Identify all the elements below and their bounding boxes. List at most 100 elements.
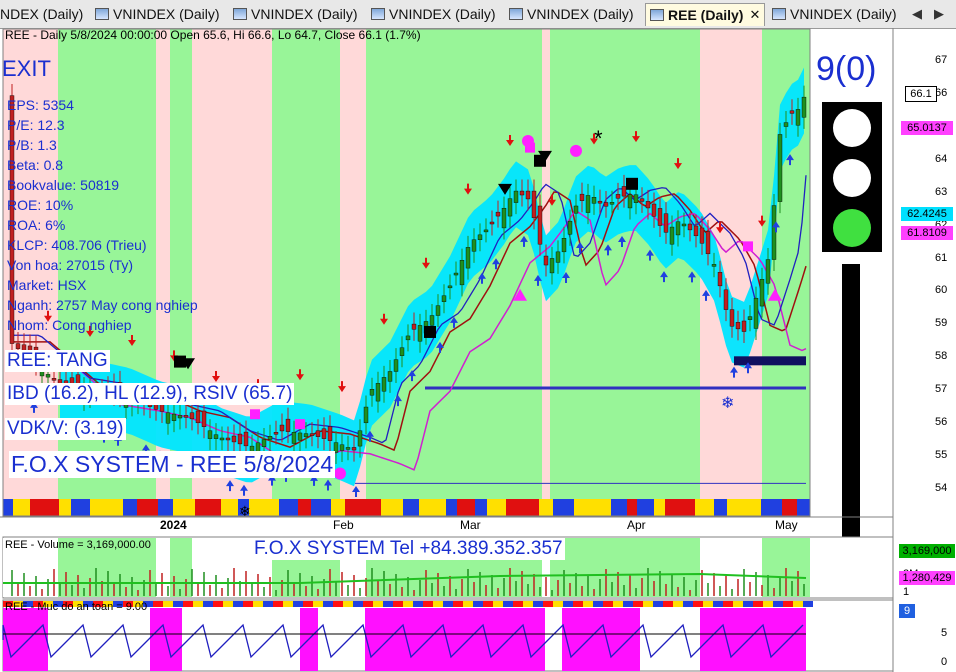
- candle-body: [771, 205, 777, 260]
- candle-body: [447, 285, 453, 289]
- fundamental-von-hoa: Von hoa: 27015 (Ty): [7, 257, 134, 273]
- snowflake-marker: ❄: [721, 395, 735, 412]
- candle-body: [213, 434, 219, 439]
- trend-strip-segment: [195, 499, 211, 516]
- candle-body: [639, 198, 645, 202]
- safety-strip-segment: [423, 601, 433, 607]
- safety-strip-segment: [723, 601, 733, 607]
- tab-chart-7[interactable]: VNINDEX (Daily): [772, 3, 897, 25]
- candle-body: [537, 205, 543, 245]
- tab-chart-ree[interactable]: REE (Daily) ✕: [645, 3, 766, 26]
- safety-strip-segment: [443, 601, 453, 607]
- trend-strip-segment: [158, 499, 173, 516]
- candle-body: [735, 322, 741, 330]
- safety-zone: [3, 608, 48, 671]
- safety-strip-segment: [253, 601, 263, 607]
- fundamental-roa: ROA: 6%: [7, 217, 66, 233]
- price-axis-label: 60: [935, 284, 948, 297]
- time-axis-label: Mar: [460, 518, 481, 532]
- candle-body: [723, 289, 729, 310]
- marker-circle: [334, 467, 346, 480]
- safety-strip-segment: [633, 601, 643, 607]
- safety-axis-label: 5: [941, 627, 948, 639]
- candle-body: [579, 193, 585, 201]
- price-axis-label: 61: [935, 251, 948, 264]
- candle-body: [291, 432, 297, 444]
- candle-body: [633, 194, 639, 203]
- candle-body: [279, 424, 285, 432]
- candle-body: [471, 239, 477, 252]
- candle-body: [741, 320, 747, 332]
- candle-body: [369, 389, 375, 396]
- tab-chart-4[interactable]: VNINDEX (Daily): [371, 3, 496, 25]
- candle-body: [621, 186, 627, 197]
- tab-label: VNINDEX (Daily): [113, 6, 220, 22]
- chart-canvas[interactable]: [0, 28, 956, 672]
- candle-body: [345, 447, 351, 450]
- safety-strip-segment: [233, 601, 243, 607]
- tab-chart-2[interactable]: VNINDEX (Daily): [95, 3, 220, 25]
- candle-body: [399, 347, 405, 356]
- chart-icon: [650, 9, 664, 21]
- candle-body: [759, 279, 765, 307]
- trend-strip-segment: [279, 499, 298, 516]
- price-tag-ma-lower: 61.8109: [901, 226, 953, 240]
- safety-strip-segment: [213, 601, 223, 607]
- fundamental-pb: P/B: 1.3: [7, 137, 57, 153]
- candle-body: [507, 198, 513, 217]
- candle-body: [573, 205, 579, 214]
- price-axis-label: 63: [935, 185, 948, 198]
- trend-strip-segment: [30, 499, 41, 516]
- signal-count: 9(0): [816, 50, 877, 88]
- candle-body: [645, 201, 651, 209]
- trend-strip-segment: [797, 499, 810, 516]
- price-axis-label: 57: [935, 383, 948, 396]
- tab-chart-3[interactable]: VNINDEX (Daily): [233, 3, 358, 25]
- safety-strip-segment: [603, 601, 613, 607]
- price-axis-label: 55: [935, 449, 948, 462]
- safety-strip-segment: [483, 601, 493, 607]
- candle-body: [183, 415, 189, 418]
- vdk-label: VDK/V: (3.19): [5, 418, 126, 440]
- price-axis-label: 54: [935, 482, 948, 494]
- marker-square-magenta: [250, 409, 260, 420]
- price-axis-label: 67: [935, 54, 948, 66]
- price-axis-label: 58: [935, 350, 948, 363]
- candle-body: [195, 410, 201, 424]
- candle-body: [693, 225, 699, 237]
- candle-body: [351, 447, 357, 451]
- candle-body: [675, 221, 681, 236]
- trend-strip-segment: [589, 499, 611, 516]
- candle-body: [495, 211, 501, 217]
- candle-body: [657, 208, 663, 226]
- candle-body: [531, 190, 537, 219]
- candle-body: [261, 439, 267, 447]
- tab-scroll-right-icon[interactable]: ▶: [934, 6, 944, 22]
- safety-strip-segment: [223, 601, 233, 607]
- candle-body: [801, 96, 807, 118]
- safety-strip-segment: [673, 601, 683, 607]
- volume-zone: [700, 538, 762, 597]
- tab-chart-5[interactable]: VNINDEX (Daily): [509, 3, 634, 25]
- safety-strip-segment: [503, 601, 513, 607]
- price-tag-channel: 62.4245: [901, 207, 953, 221]
- safety-strip-segment: [783, 601, 793, 607]
- candle-body: [549, 258, 555, 274]
- safety-strip-segment: [153, 601, 163, 607]
- trend-strip-segment: [695, 499, 714, 516]
- candle-body: [243, 431, 249, 447]
- candle-body: [597, 200, 603, 204]
- safety-strip-segment: [433, 601, 443, 607]
- fundamental-roe: ROE: 10%: [7, 197, 74, 213]
- trend-strip-segment: [331, 499, 345, 516]
- close-icon[interactable]: ✕: [749, 7, 760, 23]
- tab-scroll-left-icon[interactable]: ◀: [912, 6, 922, 22]
- trend-strip-segment: [574, 499, 589, 516]
- tab-chart-1[interactable]: NDEX (Daily): [0, 3, 83, 25]
- candle-body: [375, 383, 381, 402]
- safety-strip-segment: [583, 601, 593, 607]
- safety-strip-segment: [593, 601, 603, 607]
- safety-strip-segment: [203, 601, 213, 607]
- safety-strip-segment: [683, 601, 693, 607]
- marker-square-magenta: [295, 419, 305, 430]
